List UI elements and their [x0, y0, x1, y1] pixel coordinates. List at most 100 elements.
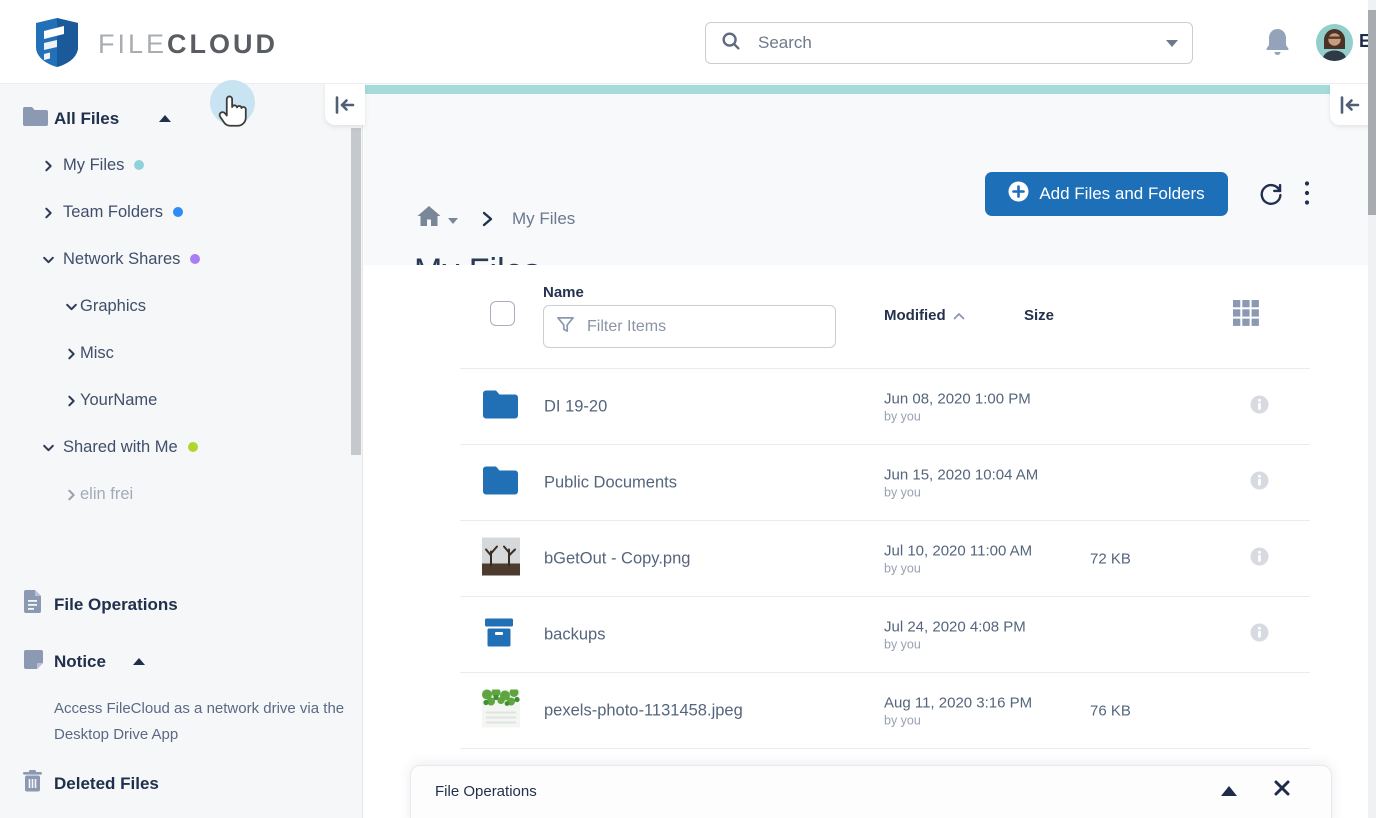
file-name[interactable]: backups — [544, 625, 605, 644]
grid-view-icon — [1231, 298, 1261, 328]
table-header: Name Modified Size — [460, 265, 1310, 368]
sidebar-item-deleted-files[interactable]: Deleted Files — [0, 760, 363, 807]
sidebar-item-label: Misc — [80, 344, 114, 363]
folder-icon — [482, 389, 519, 424]
sidebar-item-graphics[interactable]: Graphics — [0, 283, 363, 330]
file-modified: Jun 15, 2020 10:04 AMby you — [884, 466, 1038, 499]
table-row[interactable]: pexels-photo-1131458.jpeg Aug 11, 2020 3:… — [460, 672, 1310, 748]
sidebar-item-label: File Operations — [54, 595, 178, 615]
file-modified: Jul 10, 2020 11:00 AMby you — [884, 542, 1032, 575]
chevron-right-icon[interactable] — [65, 488, 78, 501]
sidebar-item-all-files[interactable]: All Files — [0, 95, 363, 142]
sidebar-item-shared-with-me[interactable]: Shared with Me — [0, 424, 363, 471]
sidebar-item-network-shares[interactable]: Network Shares — [0, 236, 363, 283]
table-row[interactable]: Public Documents Jun 15, 2020 10:04 AMby … — [460, 444, 1310, 520]
sidebar-scrollbar[interactable] — [351, 128, 361, 455]
refresh-button[interactable] — [1257, 180, 1284, 210]
filecloud-logo[interactable]: FILECLOUD — [30, 15, 278, 74]
archive-box-icon — [482, 615, 516, 654]
filter-funnel-icon — [556, 315, 575, 339]
trash-icon — [22, 769, 43, 798]
chevron-right-icon[interactable] — [65, 394, 78, 407]
panel-close-icon[interactable] — [1273, 779, 1291, 802]
sidebar-navigation: All Files My Files Team Folders Network Sha… — [0, 84, 363, 818]
info-icon[interactable] — [1250, 395, 1269, 419]
notice-message: Access FileCloud as a network drive via … — [54, 696, 354, 748]
add-files-button[interactable]: Add Files and Folders — [985, 172, 1228, 216]
search-scope-caret-icon[interactable] — [1166, 40, 1178, 47]
chevron-right-icon[interactable] — [42, 159, 55, 172]
sidebar-collapse-button[interactable] — [325, 84, 365, 125]
sidebar-item-my-files[interactable]: My Files — [0, 142, 363, 189]
collapse-caret-icon[interactable] — [159, 115, 171, 122]
file-rows: DI 19-20Jun 08, 2020 1:00 PMby youPublic… — [460, 368, 1310, 749]
breadcrumb-caret-icon[interactable] — [448, 218, 458, 224]
table-row[interactable]: backupsJul 24, 2020 4:08 PMby you — [460, 596, 1310, 672]
status-dot — [188, 442, 198, 452]
table-row[interactable]: DI 19-20Jun 08, 2020 1:00 PMby you — [460, 368, 1310, 444]
home-icon[interactable] — [416, 204, 442, 233]
kebab-icon — [1304, 180, 1310, 206]
user-avatar[interactable] — [1316, 24, 1353, 61]
notifications-bell-icon[interactable] — [1264, 27, 1291, 62]
sidebar-item-team-folders[interactable]: Team Folders — [0, 189, 363, 236]
column-header-size[interactable]: Size — [1024, 307, 1054, 324]
sidebar-item-label: Team Folders — [63, 203, 183, 222]
sidebar-item-file-operations[interactable]: File Operations — [0, 581, 363, 628]
info-icon[interactable] — [1250, 547, 1269, 571]
refresh-icon — [1257, 180, 1284, 207]
breadcrumb-separator-icon — [480, 211, 494, 227]
file-name[interactable]: DI 19-20 — [544, 397, 607, 416]
column-header-modified[interactable]: Modified — [884, 307, 965, 324]
mouse-cursor-icon — [216, 88, 252, 133]
select-all-checkbox[interactable] — [490, 301, 515, 326]
sidebar-folder-tree: All Files My Files Team Folders Network Sha… — [0, 95, 363, 510]
sidebar-item-yourname[interactable]: YourName — [0, 377, 363, 424]
chevron-down-icon[interactable] — [65, 300, 78, 313]
info-icon[interactable] — [1250, 623, 1269, 647]
file-name[interactable]: Public Documents — [544, 473, 677, 492]
table-row[interactable]: bGetOut - Copy.png Jul 10, 2020 11:00 AMb… — [460, 520, 1310, 596]
column-header-name[interactable]: Name — [543, 284, 584, 301]
file-table: Name Modified Size — [460, 265, 1310, 749]
main-content: My Files My Files 39 items Add Files and… — [364, 84, 1368, 818]
sidebar-item-misc[interactable]: Misc — [0, 330, 363, 377]
page-scrollbar-track[interactable] — [1368, 0, 1376, 818]
more-options-button[interactable] — [1304, 180, 1310, 209]
file-name[interactable]: bGetOut - Copy.png — [544, 549, 690, 568]
panel-expand-icon[interactable] — [1221, 786, 1237, 796]
chevron-right-icon[interactable] — [65, 347, 78, 360]
filter-input-wrap — [543, 305, 836, 348]
info-icon[interactable] — [1250, 471, 1269, 495]
folder-icon — [22, 106, 49, 132]
breadcrumb: My Files — [416, 204, 575, 233]
sidebar-item-label: All Files — [54, 109, 119, 129]
top-header: FILECLOUD — [0, 0, 1376, 84]
filter-items-input[interactable] — [587, 318, 823, 336]
sidebar-item-label: Deleted Files — [54, 774, 159, 794]
sidebar-item-label: Notice — [54, 652, 106, 672]
breadcrumb-current: My Files — [512, 209, 575, 229]
collapse-caret-icon[interactable] — [133, 658, 145, 665]
search-input[interactable] — [758, 33, 1166, 53]
page-scrollbar-thumb[interactable] — [1368, 10, 1376, 215]
accent-bar — [365, 85, 1330, 94]
panel-collapse-button[interactable] — [1330, 84, 1370, 125]
file-modified: Aug 11, 2020 3:16 PMby you — [884, 694, 1032, 727]
sidebar-item-elin-frei[interactable]: elin frei — [0, 471, 363, 510]
add-files-button-label: Add Files and Folders — [1039, 184, 1204, 204]
chevron-down-icon[interactable] — [42, 253, 55, 266]
filecloud-app: FILECLOUD — [0, 0, 1376, 818]
document-icon — [22, 590, 43, 620]
image-thumbnail — [482, 537, 520, 580]
collapse-left-icon — [334, 96, 356, 114]
chevron-down-icon[interactable] — [42, 441, 55, 454]
status-dot — [190, 254, 200, 264]
grid-view-toggle[interactable] — [1231, 298, 1261, 333]
folder-icon — [482, 465, 519, 500]
sidebar-item-notice[interactable]: Notice — [0, 638, 363, 685]
filecloud-wordmark: FILECLOUD — [98, 29, 278, 60]
chevron-right-icon[interactable] — [42, 206, 55, 219]
sidebar-item-label: YourName — [80, 391, 157, 410]
file-name[interactable]: pexels-photo-1131458.jpeg — [544, 701, 743, 720]
